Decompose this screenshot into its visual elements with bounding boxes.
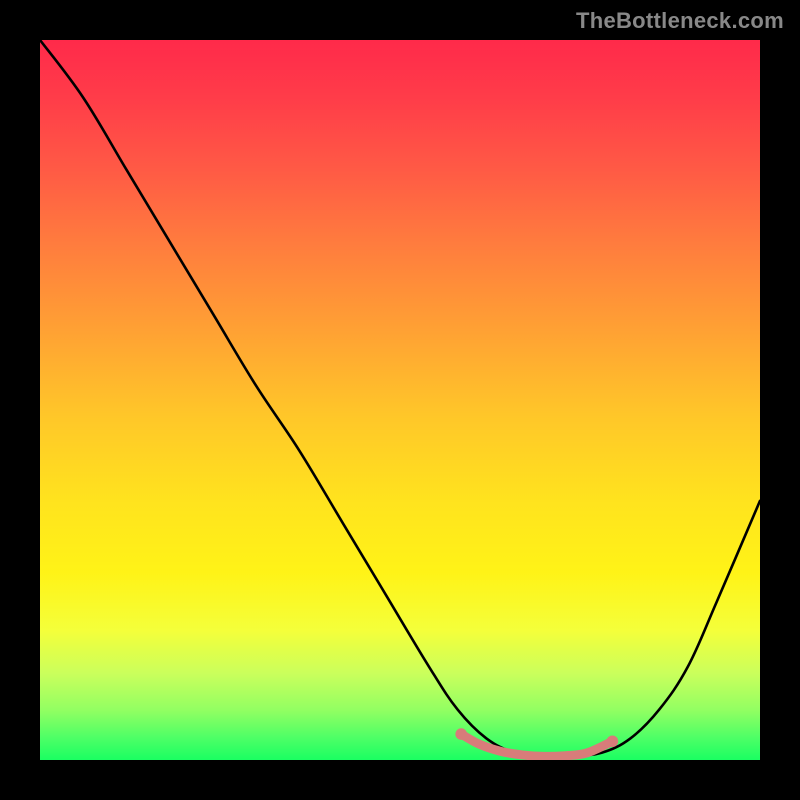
watermark-text: TheBottleneck.com [576,8,784,34]
optimal-range-start-dot [455,728,467,740]
optimal-range-highlight [461,734,612,756]
plot-area [40,40,760,760]
highlight-layer [40,40,760,760]
bottleneck-curve [40,40,760,757]
chart-frame: TheBottleneck.com [0,0,800,800]
optimal-range-end-dot [607,735,619,747]
curve-layer [40,40,760,760]
